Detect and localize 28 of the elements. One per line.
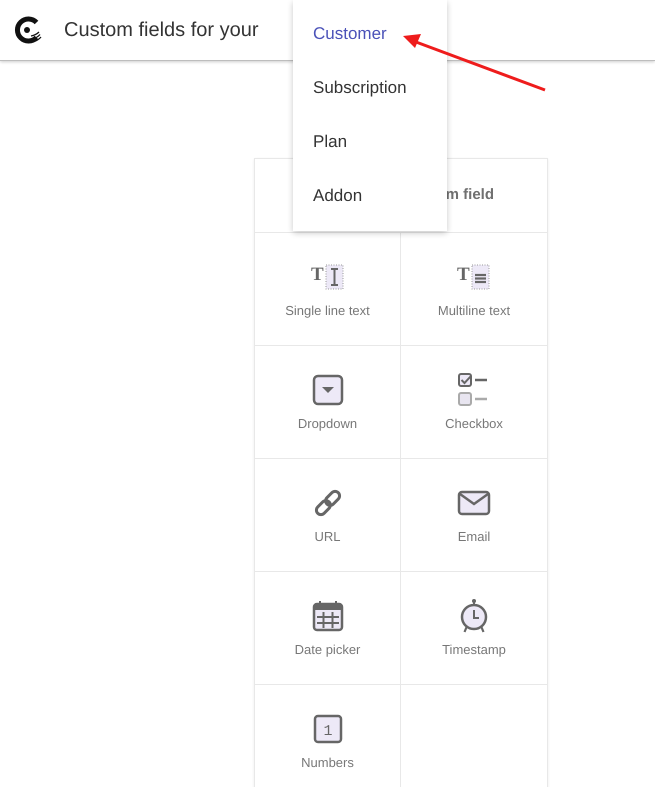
field-type-tile[interactable]: Email <box>401 459 547 572</box>
field-type-tile[interactable]: Timestamp <box>401 572 547 685</box>
field-type-label: Timestamp <box>442 642 506 658</box>
menu-item[interactable]: Plan <box>293 115 447 169</box>
field-type-label: Checkbox <box>445 416 503 432</box>
field-type-tile[interactable]: T Multiline text <box>401 233 547 346</box>
menu-item[interactable]: Customer <box>293 7 447 61</box>
logo-icon <box>14 16 42 44</box>
calendar-icon <box>312 600 344 632</box>
field-type-tile[interactable]: Dropdown <box>255 346 401 459</box>
field-type-label: Date picker <box>294 642 360 658</box>
field-type-tile[interactable]: Date picker <box>255 572 401 685</box>
field-type-label: Multiline text <box>438 303 510 319</box>
field-type-tile[interactable]: T Single line text <box>255 233 401 346</box>
menu-item[interactable]: Addon <box>293 169 447 223</box>
number-box-icon: 1 <box>312 714 342 744</box>
field-type-tile[interactable]: Checkbox <box>401 346 547 459</box>
field-type-label: Numbers <box>301 755 354 771</box>
field-type-tile[interactable]: 1 Numbers <box>255 685 401 787</box>
field-type-label: Email <box>458 529 490 545</box>
field-type-tile[interactable]: URL <box>255 459 401 572</box>
field-type-label: Dropdown <box>298 416 358 432</box>
menu-item[interactable]: Subscription <box>293 61 447 115</box>
field-type-label: Single line text <box>285 303 370 319</box>
page-title: Custom fields for your <box>64 18 259 43</box>
field-type-label: URL <box>314 529 340 545</box>
dropdown-icon <box>312 374 344 406</box>
envelope-icon <box>457 490 491 516</box>
